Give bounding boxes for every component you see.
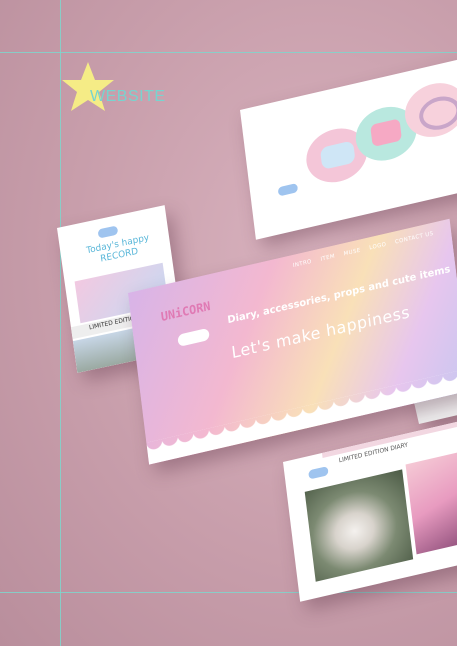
guide-line-bottom — [0, 592, 457, 593]
limited-edition-card: LIMITED EDITION DIARY — [283, 420, 457, 602]
nav-logo[interactable]: LOGO — [369, 242, 387, 252]
hero-logo[interactable]: UNiCORN — [160, 299, 211, 324]
website-label: WEBSITE — [90, 88, 166, 105]
cloud-icon — [277, 183, 299, 197]
hero-subtitle: Diary, accessories, props and cute items — [226, 263, 451, 327]
cloud-icon — [177, 327, 210, 347]
guide-line-top — [0, 52, 457, 53]
character-image — [405, 450, 457, 555]
hero-nav: INTRO ITEM MUSE LOGO CONTACT US — [293, 231, 434, 269]
hero-card: UNiCORN INTRO ITEM MUSE LOGO CONTACT US … — [128, 218, 457, 465]
nav-intro[interactable]: INTRO — [293, 259, 312, 269]
nav-contact[interactable]: CONTACT US — [395, 231, 434, 246]
cloud-icon — [308, 466, 329, 480]
nav-muse[interactable]: MUSE — [343, 248, 361, 258]
unicorn-image — [304, 469, 414, 582]
products-card — [240, 58, 457, 240]
cloud-icon — [97, 225, 119, 239]
nav-item[interactable]: ITEM — [320, 254, 335, 263]
